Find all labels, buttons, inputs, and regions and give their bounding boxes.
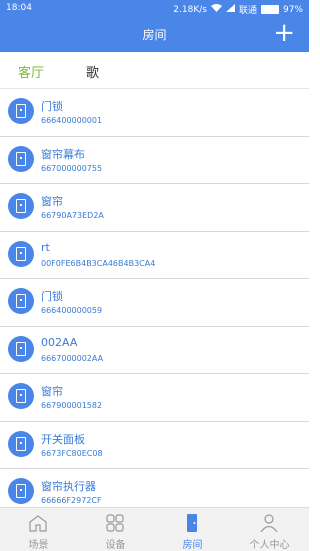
- device-name: 窗帘幕布: [41, 147, 85, 161]
- device-icon: [8, 98, 34, 124]
- device-name: 门锁: [41, 100, 63, 113]
- device-name: rt: [41, 240, 50, 254]
- device-code: 667000000755: [41, 163, 103, 173]
- battery-text: 97%: [282, 4, 303, 15]
- device-code: 66666F2972CF: [41, 496, 102, 505]
- device-row[interactable]: 002AA 6667000002AA: [0, 326, 309, 374]
- tab-room-2[interactable]: 歌: [86, 62, 99, 81]
- device-row[interactable]: 窗帘执行器 66666F2972CF: [0, 469, 309, 507]
- bottom-nav: 场景 设备 房间 个人中心: [0, 507, 309, 551]
- tab-living-room[interactable]: 客厅: [18, 62, 44, 81]
- nav-devices[interactable]: 设备: [77, 508, 154, 551]
- device-row[interactable]: 窗帘幕布 667000000755: [0, 136, 309, 184]
- network-speed: 2.18K/s: [173, 4, 207, 15]
- device-row[interactable]: 窗帘 66790A73ED2A: [0, 184, 309, 232]
- add-button[interactable]: +: [273, 20, 295, 46]
- nav-devices-label: 设备: [105, 540, 126, 551]
- status-time: 18:04: [6, 3, 32, 13]
- door-icon: [187, 514, 197, 532]
- device-name: 开关面板: [41, 432, 85, 446]
- grid-icon: [106, 514, 124, 532]
- device-name: 门锁: [41, 290, 63, 303]
- device-row[interactable]: rt 00F0FE6B4B3CA46B4B3CA4: [0, 231, 309, 279]
- wifi-icon: [210, 4, 222, 15]
- status-right: 2.18K/s 联通 97%: [173, 3, 303, 16]
- device-code: 6667000002AA: [41, 353, 104, 363]
- device-code: 6673FC80EC08: [41, 448, 103, 458]
- room-tabs: 客厅 歌: [0, 52, 309, 89]
- device-icon: [8, 430, 34, 457]
- nav-rooms-label: 房间: [182, 540, 203, 551]
- plus-icon: +: [273, 18, 295, 48]
- device-icon: [8, 478, 34, 504]
- device-icon: [8, 145, 34, 172]
- signal-icon: [225, 4, 235, 15]
- device-icon: [8, 288, 34, 314]
- battery-icon: [260, 5, 279, 14]
- device-row[interactable]: 窗帘 667900001582: [0, 374, 309, 422]
- device-icon: [8, 240, 34, 267]
- device-name: 窗帘: [41, 385, 63, 398]
- user-icon: [260, 514, 278, 532]
- device-icon: [8, 383, 34, 409]
- device-code: 00F0FE6B4B3CA46B4B3CA4: [41, 258, 156, 268]
- home-icon: [29, 515, 47, 532]
- device-row[interactable]: 门锁 666400000001: [0, 89, 309, 137]
- device-name: 窗帘: [41, 195, 63, 208]
- device-name: 窗帘执行器: [41, 480, 96, 493]
- status-bar: 18:04 2.18K/s 联通 97%: [0, 0, 309, 18]
- nav-scenes[interactable]: 场景: [0, 508, 77, 551]
- carrier-name: 联通: [238, 6, 257, 16]
- nav-rooms[interactable]: 房间: [154, 508, 231, 551]
- nav-scenes-label: 场景: [28, 540, 49, 551]
- device-code: 666400000001: [41, 116, 103, 125]
- device-name: 002AA: [41, 335, 78, 349]
- title-bar: 房间 +: [0, 18, 309, 52]
- device-row[interactable]: 开关面板 6673FC80EC08: [0, 421, 309, 469]
- nav-profile-label: 个人中心: [249, 540, 290, 551]
- device-icon: [8, 335, 34, 362]
- device-code: 667900001582: [41, 401, 103, 410]
- device-list: 门锁 666400000001 窗帘幕布 667000000755 窗帘 66790A73…: [0, 89, 309, 507]
- nav-profile[interactable]: 个人中心: [231, 508, 308, 551]
- device-code: 666400000059: [41, 306, 103, 315]
- device-code: 66790A73ED2A: [41, 211, 104, 220]
- device-icon: [8, 193, 34, 219]
- page-title: 房间: [142, 28, 167, 42]
- device-row[interactable]: 门锁 666400000059: [0, 279, 309, 327]
